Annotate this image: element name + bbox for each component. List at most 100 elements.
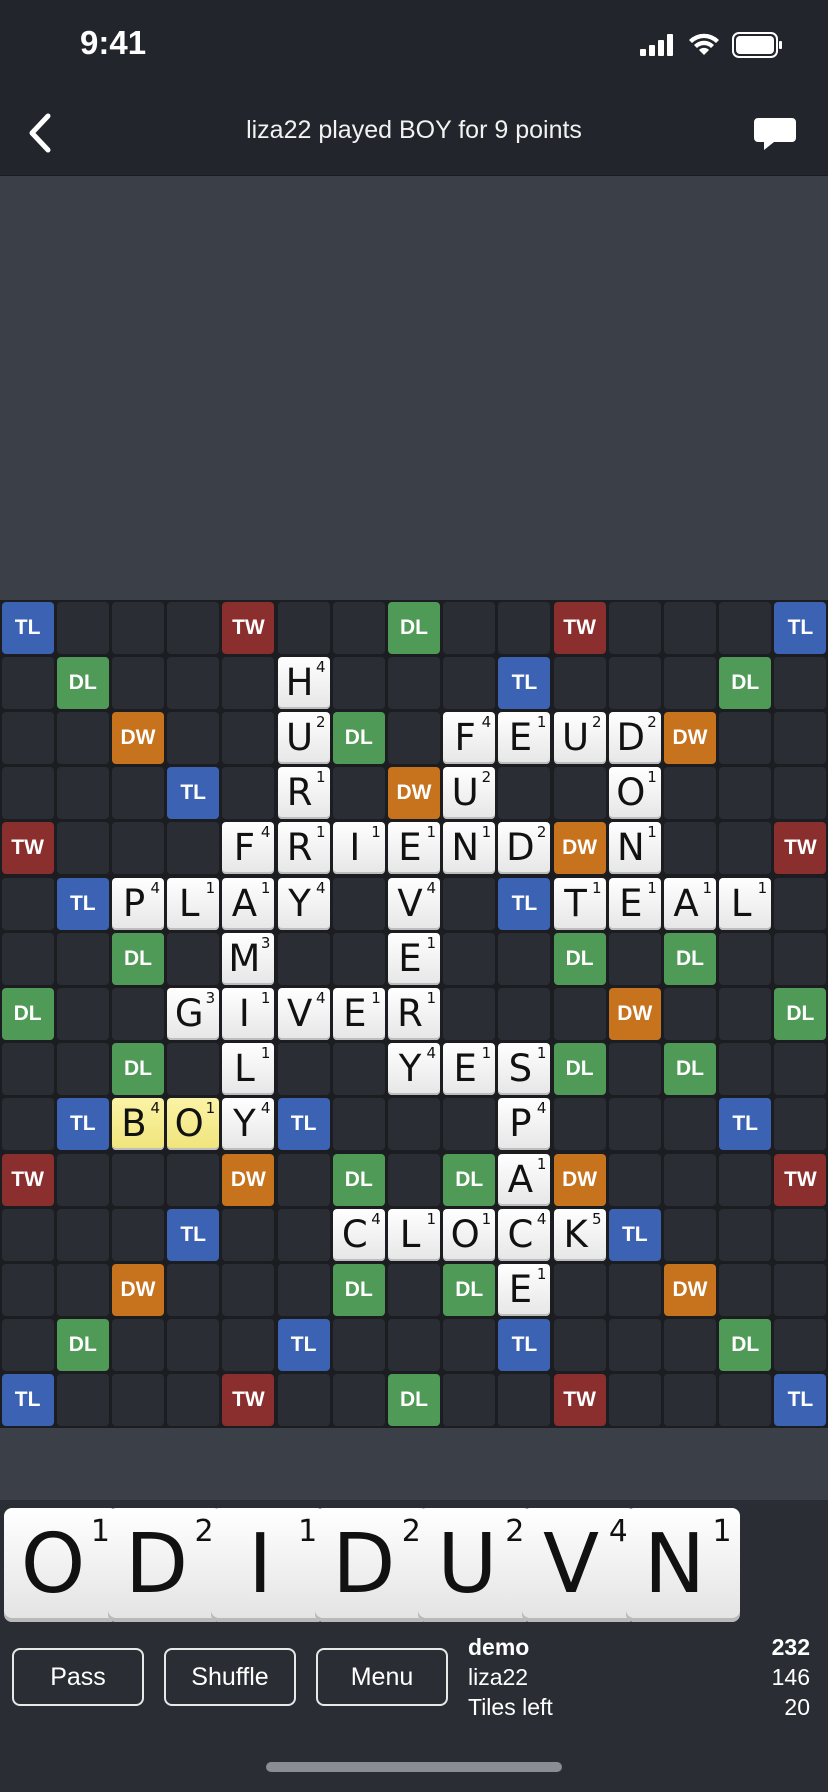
board-cell[interactable] xyxy=(719,988,772,1040)
board-cell[interactable] xyxy=(56,712,109,764)
bonus-square-tl[interactable]: TL xyxy=(498,656,551,709)
board-cell[interactable] xyxy=(498,601,551,654)
board-cell[interactable] xyxy=(719,1264,772,1316)
board-cell[interactable] xyxy=(277,1264,330,1316)
board-cell[interactable] xyxy=(112,656,164,709)
board-cell[interactable] xyxy=(1,1043,54,1096)
board-cell[interactable] xyxy=(388,1153,440,1206)
bonus-square-tl[interactable]: TL xyxy=(167,767,220,820)
rack-tile[interactable]: D2 xyxy=(314,1508,429,1622)
board-cell[interactable] xyxy=(332,932,385,985)
board-cell[interactable] xyxy=(277,932,330,985)
bonus-square-tw[interactable]: TW xyxy=(222,601,275,654)
board-cell[interactable] xyxy=(167,822,220,875)
bonus-square-dl[interactable]: DL xyxy=(332,712,385,764)
board-cell[interactable] xyxy=(56,601,109,654)
board-cell[interactable] xyxy=(1,767,54,820)
board-cell[interactable] xyxy=(443,988,496,1040)
bonus-square-dl[interactable]: DL xyxy=(664,932,716,985)
board-cell[interactable] xyxy=(277,1208,330,1261)
board-cell[interactable] xyxy=(332,601,385,654)
bonus-square-tl[interactable]: TL xyxy=(774,1374,827,1427)
bonus-square-dw[interactable]: DW xyxy=(553,822,606,875)
board-cell[interactable] xyxy=(553,1319,606,1372)
bonus-square-tl[interactable]: TL xyxy=(608,1208,661,1261)
bonus-square-tw[interactable]: TW xyxy=(553,1374,606,1427)
bonus-square-dl[interactable]: DL xyxy=(443,1264,496,1316)
bonus-square-dw[interactable]: DW xyxy=(388,767,440,820)
shuffle-button[interactable]: Shuffle xyxy=(164,1648,296,1706)
bonus-square-dl[interactable]: DL xyxy=(774,988,827,1040)
board-cell[interactable] xyxy=(719,1374,772,1427)
board-cell[interactable] xyxy=(56,932,109,985)
board-cell[interactable] xyxy=(56,1153,109,1206)
board-cell[interactable] xyxy=(1,1319,54,1372)
board-cell[interactable] xyxy=(277,1374,330,1427)
board-cell[interactable] xyxy=(222,1264,275,1316)
board-cell[interactable] xyxy=(1,1098,54,1151)
board-cell[interactable] xyxy=(719,1153,772,1206)
bonus-square-dw[interactable]: DW xyxy=(608,988,661,1040)
board-cell[interactable] xyxy=(498,1374,551,1427)
board-cell[interactable] xyxy=(443,877,496,930)
bonus-square-tw[interactable]: TW xyxy=(774,822,827,875)
bonus-square-dl[interactable]: DL xyxy=(112,932,164,985)
board-cell[interactable] xyxy=(332,656,385,709)
board-cell[interactable] xyxy=(388,1319,440,1372)
board-cell[interactable] xyxy=(112,1374,164,1427)
board-cell[interactable] xyxy=(498,988,551,1040)
board-cell[interactable] xyxy=(498,767,551,820)
bonus-square-tw[interactable]: TW xyxy=(553,601,606,654)
bonus-square-tl[interactable]: TL xyxy=(719,1098,772,1151)
bonus-square-dl[interactable]: DL xyxy=(553,1043,606,1096)
board-cell[interactable] xyxy=(112,1153,164,1206)
board-cell[interactable] xyxy=(1,656,54,709)
board-cell[interactable] xyxy=(167,601,220,654)
board-cell[interactable] xyxy=(664,988,716,1040)
rack-tile[interactable]: N1 xyxy=(625,1508,740,1622)
board-cell[interactable] xyxy=(112,1319,164,1372)
bonus-square-dl[interactable]: DL xyxy=(553,932,606,985)
board-cell[interactable] xyxy=(112,1208,164,1261)
bonus-square-dl[interactable]: DL xyxy=(332,1264,385,1316)
board-cell[interactable] xyxy=(112,822,164,875)
board-cell[interactable] xyxy=(56,988,109,1040)
bonus-square-tl[interactable]: TL xyxy=(1,601,54,654)
board-cell[interactable] xyxy=(222,656,275,709)
bonus-square-tw[interactable]: TW xyxy=(1,1153,54,1206)
board-cell[interactable] xyxy=(719,1208,772,1261)
board-cell[interactable] xyxy=(498,932,551,985)
board-cell[interactable] xyxy=(56,822,109,875)
rack-tile[interactable]: U2 xyxy=(418,1508,533,1622)
board-cell[interactable] xyxy=(332,1098,385,1151)
board-cell[interactable] xyxy=(167,1153,220,1206)
board-cell[interactable] xyxy=(664,1098,716,1151)
bonus-square-dw[interactable]: DW xyxy=(553,1153,606,1206)
home-indicator[interactable] xyxy=(266,1762,562,1772)
board-cell[interactable] xyxy=(167,1374,220,1427)
bonus-square-tl[interactable]: TL xyxy=(56,1098,109,1151)
board-cell[interactable] xyxy=(388,1098,440,1151)
rack-tile[interactable]: I1 xyxy=(211,1508,326,1622)
board-cell[interactable] xyxy=(553,1098,606,1151)
board-cell[interactable] xyxy=(608,601,661,654)
board-cell[interactable] xyxy=(112,601,164,654)
board-cell[interactable] xyxy=(167,656,220,709)
board-cell[interactable] xyxy=(1,877,54,930)
bonus-square-dl[interactable]: DL xyxy=(1,988,54,1040)
board-cell[interactable] xyxy=(664,1153,716,1206)
board-cell[interactable] xyxy=(774,1264,827,1316)
board-cell[interactable] xyxy=(553,988,606,1040)
board-cell[interactable] xyxy=(774,1208,827,1261)
board-cell[interactable] xyxy=(332,767,385,820)
bonus-square-dl[interactable]: DL xyxy=(112,1043,164,1096)
board-cell[interactable] xyxy=(719,1043,772,1096)
board-cell[interactable] xyxy=(222,1319,275,1372)
bonus-square-dl[interactable]: DL xyxy=(443,1153,496,1206)
bonus-square-dl[interactable]: DL xyxy=(388,601,440,654)
bonus-square-dw[interactable]: DW xyxy=(664,1264,716,1316)
board-cell[interactable] xyxy=(719,601,772,654)
board-cell[interactable] xyxy=(332,877,385,930)
board-cell[interactable] xyxy=(443,932,496,985)
board-cell[interactable] xyxy=(1,712,54,764)
